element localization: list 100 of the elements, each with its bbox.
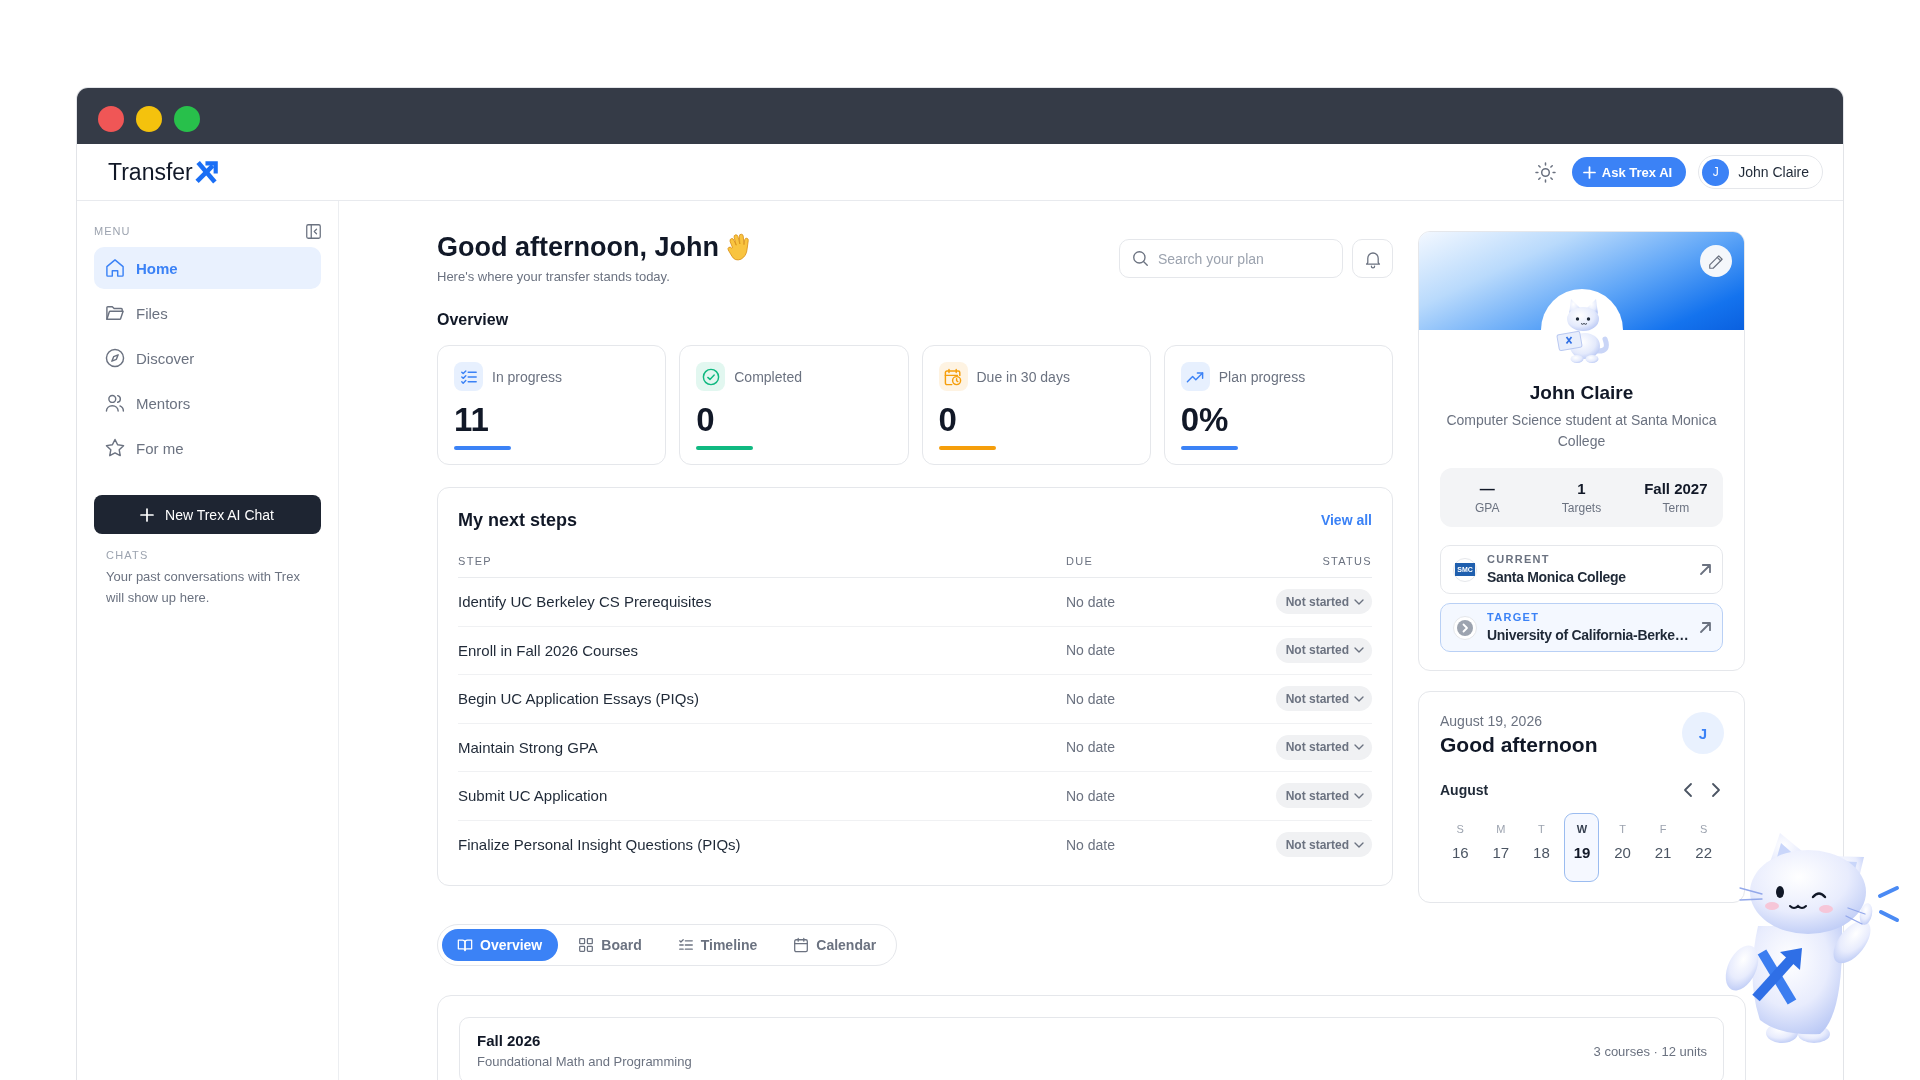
step-title: Begin UC Application Essays (PIQs) — [458, 690, 700, 708]
list-check-icon — [678, 938, 693, 952]
arrow-up-right-icon[interactable] — [1701, 623, 1710, 632]
stat-value: 0 — [938, 401, 958, 439]
stat-label: Plan progress — [1218, 368, 1306, 385]
chevron-left-icon[interactable] — [1685, 784, 1691, 796]
term-summary: 3 courses · 12 units — [1593, 1043, 1707, 1059]
school-name: University of California-Berke… — [1487, 627, 1690, 644]
edit-button[interactable] — [1700, 245, 1732, 277]
month-label: August — [1440, 782, 1489, 798]
column-header: DUE — [1066, 555, 1095, 567]
new-chat-button[interactable]: New Trex AI Chat — [94, 495, 321, 534]
pencil-icon — [1708, 253, 1724, 269]
calendar-day[interactable]: T 20 — [1605, 813, 1641, 882]
grid-icon — [579, 938, 594, 952]
calendar-clock-icon — [938, 362, 968, 391]
people-icon — [106, 394, 124, 412]
due-date: No date — [1066, 836, 1117, 853]
sidebar-item[interactable]: For me — [94, 427, 321, 469]
step-title: Identify UC Berkeley CS Prerequisites — [458, 593, 713, 611]
card-title: My next steps — [458, 509, 578, 531]
search-field[interactable]: Search your plan — [1119, 239, 1343, 278]
user-avatar: J — [1682, 712, 1724, 754]
status-dropdown[interactable]: Not started — [1275, 734, 1372, 760]
stat-label: Completed — [734, 368, 802, 385]
step-title: Maintain Strong GPA — [458, 738, 599, 756]
user-menu-button[interactable]: J John Claire — [1698, 155, 1823, 189]
user-avatar: J — [1702, 158, 1730, 186]
sidebar-item[interactable]: Files — [94, 292, 321, 334]
brand-name: Transfer — [108, 158, 193, 186]
search-icon — [1133, 251, 1148, 266]
view-tab[interactable]: Board — [563, 929, 658, 961]
column-header: STATUS — [1322, 555, 1372, 567]
trend-up-icon — [1180, 362, 1210, 391]
window-close-button[interactable] — [98, 106, 124, 132]
profile-stat-label: Term — [1662, 501, 1690, 515]
due-date: No date — [1066, 739, 1117, 756]
sidebar-collapse-icon[interactable] — [306, 223, 321, 239]
compass-icon — [106, 349, 124, 367]
section-title: Overview — [437, 310, 510, 330]
chats-label: CHATS — [106, 549, 150, 561]
greeting-title: Good afternoon, John — [437, 231, 719, 263]
plus-icon — [1583, 166, 1595, 178]
calendar-day[interactable]: M 17 — [1483, 813, 1519, 882]
stat-value: 0% — [1180, 401, 1230, 439]
school-card[interactable]: TARGET University of California-Berke… — [1440, 603, 1723, 652]
sun-icon[interactable] — [1535, 162, 1555, 182]
logo-mark-icon — [194, 161, 218, 183]
step-title: Enroll in Fall 2026 Courses — [458, 641, 640, 659]
plus-icon — [141, 508, 154, 521]
stat-label: In progress — [492, 368, 563, 385]
school-name: Santa Monica College — [1487, 569, 1627, 586]
due-date: No date — [1066, 593, 1117, 610]
calendar-day[interactable]: S 16 — [1442, 813, 1478, 882]
due-date: No date — [1066, 642, 1117, 659]
stat-value: 0 — [696, 401, 716, 439]
profile-stat-label: GPA — [1474, 501, 1500, 515]
profile-stat-value: Fall 2027 — [1644, 480, 1708, 498]
view-tab[interactable]: Overview — [442, 929, 559, 961]
greeting-subtitle: Here's where your transfer stands today. — [437, 269, 671, 284]
chevron-down-icon — [1355, 745, 1363, 750]
calendar-day[interactable]: W 19 — [1564, 813, 1600, 882]
status-dropdown[interactable]: Not started — [1275, 832, 1372, 858]
chevron-circle-icon — [1453, 615, 1477, 640]
status-dropdown[interactable]: Not started — [1275, 686, 1372, 712]
date-label: August 19, 2026 — [1440, 712, 1543, 730]
folder-icon — [106, 304, 124, 322]
notification-button[interactable] — [1352, 239, 1393, 278]
calendar-day[interactable]: F 21 — [1645, 813, 1681, 882]
calendar-day[interactable]: T 18 — [1523, 813, 1559, 882]
view-tab[interactable]: Timeline — [662, 929, 774, 961]
chevron-right-icon[interactable] — [1713, 784, 1719, 796]
ask-ai-button[interactable]: Ask Trex AI — [1571, 157, 1687, 187]
step-title: Submit UC Application — [458, 787, 609, 805]
profile-stat-value: 1 — [1577, 480, 1586, 498]
greeting-heading: Good afternoon — [1440, 732, 1598, 758]
due-date: No date — [1066, 690, 1117, 707]
view-all-link[interactable]: View all — [1320, 512, 1372, 528]
sidebar-item[interactable]: Mentors — [94, 382, 321, 424]
chevron-down-icon — [1355, 696, 1363, 701]
status-dropdown[interactable]: Not started — [1275, 589, 1372, 615]
school-type-label: TARGET — [1487, 611, 1541, 624]
book-icon — [458, 938, 472, 952]
bell-icon — [1364, 250, 1381, 267]
chevron-down-icon — [1355, 842, 1363, 847]
waving-hand-icon — [726, 233, 750, 261]
view-tab[interactable]: Calendar — [778, 929, 893, 961]
sidebar-item[interactable]: Home — [94, 247, 321, 289]
chats-empty-text: Your past conversations with Trex will show up here. — [106, 568, 301, 607]
term-subtitle: Foundational Math and Programming — [477, 1054, 692, 1070]
window-minimize-button[interactable] — [136, 106, 162, 132]
profile-stat-value: — — [1479, 480, 1495, 498]
window-maximize-button[interactable] — [174, 106, 200, 132]
status-dropdown[interactable]: Not started — [1275, 637, 1372, 663]
calendar-day[interactable]: S 22 — [1686, 813, 1722, 882]
menu-label: MENU — [94, 225, 131, 237]
arrow-up-right-icon[interactable] — [1701, 565, 1710, 574]
sidebar-item[interactable]: Discover — [94, 337, 321, 379]
status-dropdown[interactable]: Not started — [1275, 783, 1372, 809]
checklist-icon — [454, 362, 483, 391]
